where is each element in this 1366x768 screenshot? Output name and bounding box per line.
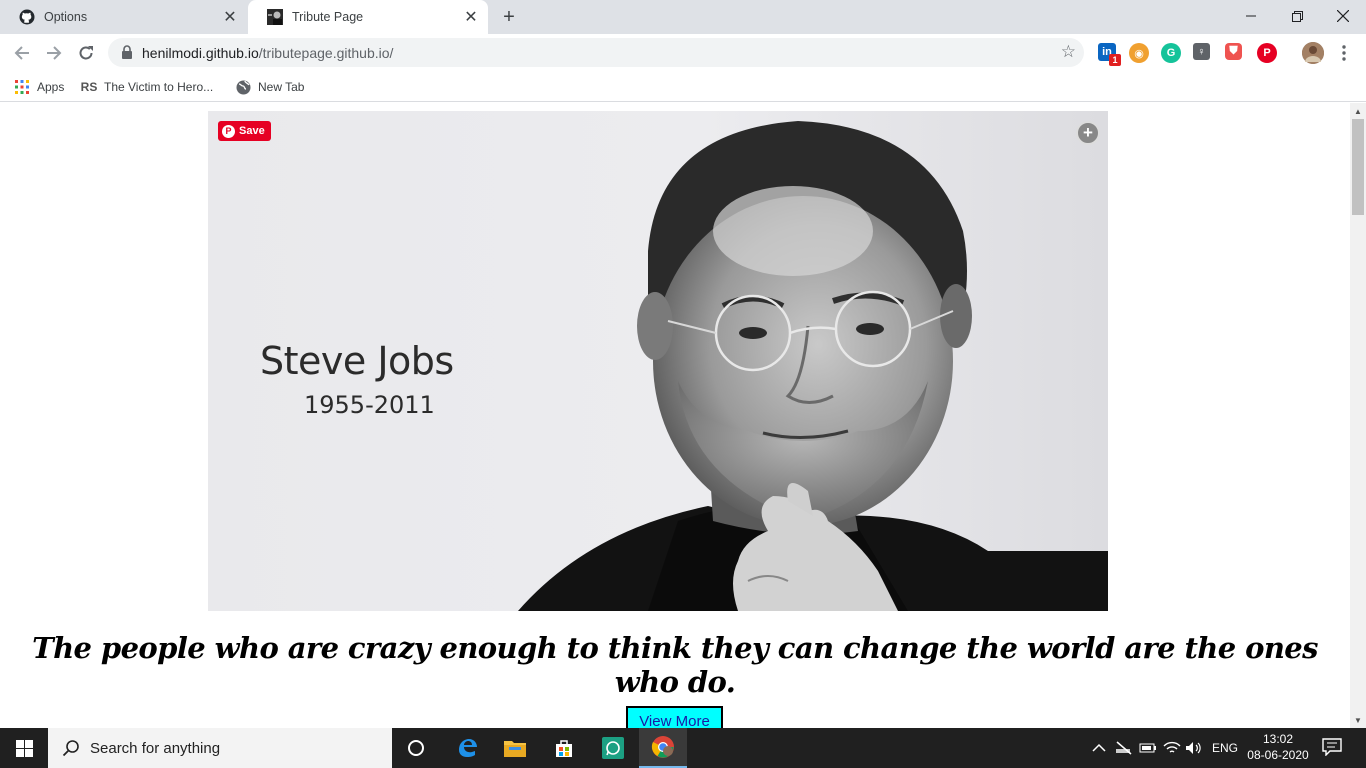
view-more-button[interactable]: View More (626, 706, 723, 728)
forward-button[interactable] (40, 39, 68, 67)
bookmark-new-tab[interactable]: New Tab (235, 78, 304, 96)
url-host: henilmodi.github.io (142, 45, 259, 61)
wifi-icon[interactable] (1163, 728, 1181, 768)
scroll-thumb[interactable] (1352, 119, 1364, 215)
scroll-down-arrow-icon[interactable]: ▼ (1350, 712, 1366, 728)
url-text: henilmodi.github.io/tributepage.github.i… (142, 45, 393, 61)
tab-tribute-page[interactable]: Tribute Page ✕ (248, 0, 488, 34)
pin-save-label: Save (239, 125, 265, 137)
shield-icon[interactable]: ⛊ (1225, 43, 1242, 60)
start-button[interactable] (0, 728, 48, 768)
clock-date: 08-06-2020 (1247, 748, 1309, 762)
whatsapp-icon[interactable] (589, 728, 637, 768)
three-dots-icon (1342, 45, 1346, 61)
close-window-button[interactable] (1320, 0, 1366, 32)
minimize-button[interactable] (1228, 0, 1274, 32)
battery-icon[interactable] (1139, 728, 1157, 768)
apps-grid-icon (14, 79, 30, 95)
url-path: /tributepage.github.io/ (258, 45, 394, 61)
reload-icon (79, 46, 93, 60)
keep-icon[interactable]: ♀ (1193, 43, 1210, 60)
tribute-image: Steve Jobs 1955-2011 P Save + (208, 111, 1108, 611)
show-hidden-icons-chevron-icon[interactable] (1092, 728, 1106, 768)
bookmark-label: The Victim to Hero... (104, 80, 214, 94)
close-tab-icon[interactable]: ✕ (463, 9, 479, 26)
reload-button[interactable] (72, 39, 100, 67)
steve-jobs-thumbnail-icon (267, 9, 283, 25)
notification-badge: 1 (1109, 54, 1121, 66)
grammarly-icon[interactable]: G (1161, 43, 1181, 63)
cortana-icon[interactable] (392, 728, 440, 768)
profile-avatar[interactable] (1302, 42, 1324, 64)
owl-icon[interactable]: ◉ (1129, 43, 1149, 63)
chrome-menu-button[interactable] (1330, 39, 1358, 67)
forward-arrow-icon (47, 46, 62, 60)
windows-taskbar: Search for anything ENG 13:02 08-06-2020 (0, 728, 1366, 768)
bookmark-victim-to-hero[interactable]: RS The Victim to Hero... (81, 78, 213, 96)
hero-years: 1955-2011 (304, 391, 435, 419)
hero-name: Steve Jobs (260, 339, 454, 383)
address-bar[interactable]: henilmodi.github.io/tributepage.github.i… (108, 38, 1084, 67)
tab-title: Tribute Page (292, 10, 364, 24)
close-tab-icon[interactable]: ✕ (222, 9, 238, 26)
back-button[interactable] (8, 39, 36, 67)
tab-strip: Options ✕ Tribute Page ✕ + (0, 0, 1366, 34)
lock-icon (122, 45, 132, 59)
bookmark-star-icon[interactable]: ☆ (1061, 42, 1076, 62)
search-placeholder: Search for anything (90, 739, 221, 757)
bookmark-apps[interactable]: Apps (14, 78, 64, 96)
volume-icon[interactable] (1185, 728, 1203, 768)
bookmark-label: New Tab (258, 80, 305, 94)
language-indicator[interactable]: ENG (1212, 728, 1238, 768)
tab-options[interactable]: Options ✕ (0, 0, 247, 34)
windows-logo-icon (15, 739, 33, 757)
bookmark-label: Apps (37, 80, 65, 94)
github-icon (19, 9, 35, 25)
file-explorer-icon[interactable] (491, 728, 539, 768)
edge-icon[interactable] (443, 728, 491, 768)
taskbar-search-box[interactable]: Search for anything (48, 728, 392, 768)
pinterest-icon: P (222, 124, 235, 138)
tribute-quote: The people who are crazy enough to think… (32, 631, 1318, 699)
scroll-up-arrow-icon[interactable]: ▲ (1350, 103, 1366, 119)
action-center-icon[interactable] (1322, 738, 1344, 758)
new-tab-button[interactable]: + (497, 5, 521, 29)
browser-toolbar: henilmodi.github.io/tributepage.github.i… (0, 34, 1366, 72)
tab-title: Options (44, 10, 88, 24)
rs-logo-icon: RS (80, 80, 98, 94)
pinterest-save-button[interactable]: P Save (218, 121, 271, 141)
zoom-plus-icon[interactable]: + (1076, 121, 1100, 145)
bookmarks-bar: Apps RS The Victim to Hero... New Tab (0, 72, 1366, 102)
search-icon (61, 738, 81, 758)
back-arrow-icon (14, 46, 29, 60)
system-clock[interactable]: 13:02 08-06-2020 (1240, 731, 1316, 763)
network-off-icon[interactable] (1115, 728, 1133, 768)
store-icon[interactable] (540, 728, 588, 768)
clock-time: 13:02 (1262, 732, 1294, 746)
chrome-icon[interactable] (639, 728, 687, 768)
page-scrollbar[interactable]: ▲ ▼ (1350, 103, 1366, 728)
globe-icon (235, 79, 251, 95)
pinterest-icon[interactable]: P (1257, 43, 1277, 63)
page-viewport: Steve Jobs 1955-2011 P Save + The people… (0, 103, 1350, 728)
restore-button[interactable] (1274, 0, 1320, 32)
